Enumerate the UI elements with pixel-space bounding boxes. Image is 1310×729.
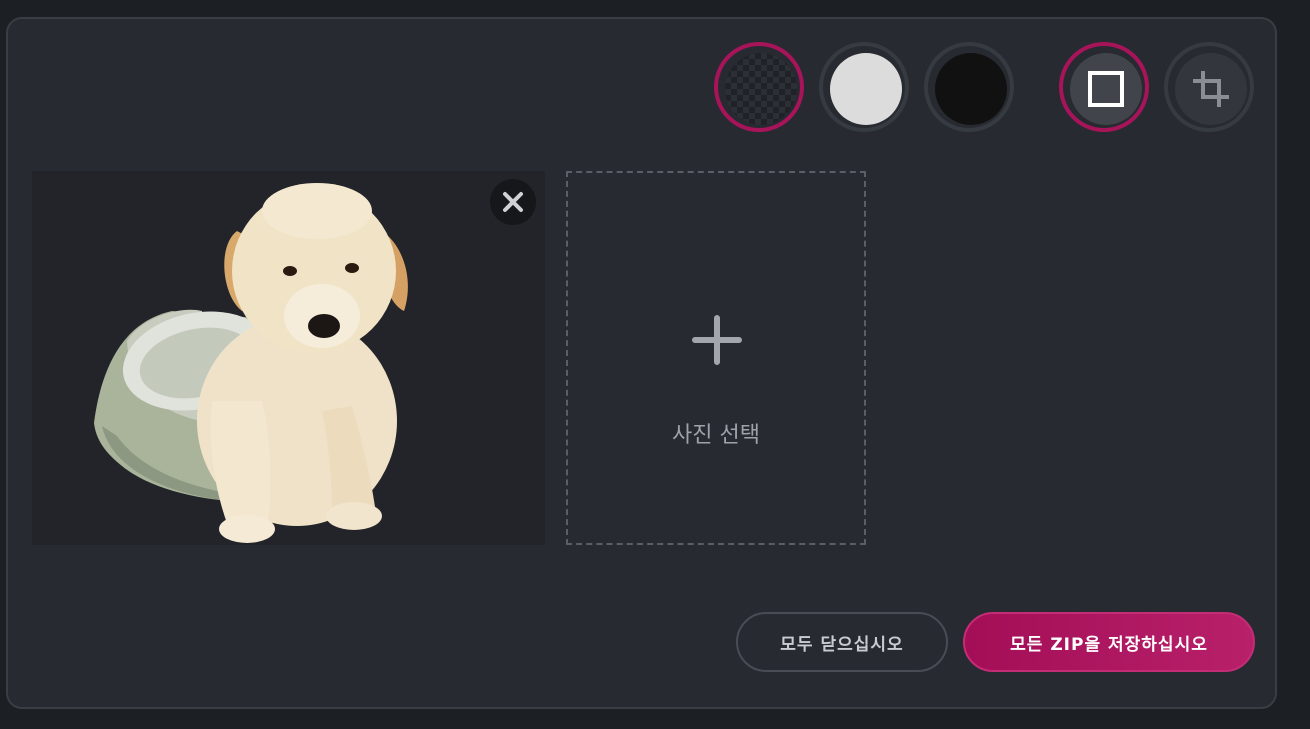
crop-mode-button[interactable]: [1164, 42, 1254, 132]
square-mode-circle: [1070, 53, 1142, 125]
square-icon: [1088, 71, 1124, 107]
remove-image-button[interactable]: [490, 179, 536, 225]
editor-panel: 사진 선택 모두 닫으십시오 모든 ZIP을 저장하십시오: [6, 17, 1277, 709]
background-transparent-swatch[interactable]: [714, 42, 804, 132]
save-all-zip-button[interactable]: 모든 ZIP을 저장하십시오: [963, 612, 1255, 672]
close-icon: [503, 192, 523, 212]
original-size-mode-button[interactable]: [1059, 42, 1149, 132]
close-all-button[interactable]: 모두 닫으십시오: [736, 612, 948, 672]
background-black-swatch[interactable]: [924, 42, 1014, 132]
puppy-shape: [197, 183, 408, 543]
crop-icon: [1193, 71, 1229, 107]
add-photo-slot[interactable]: 사진 선택: [566, 171, 866, 545]
black-color-fill: [935, 53, 1007, 125]
puppy-image: [94, 183, 408, 543]
crop-mode-circle: [1175, 53, 1247, 125]
image-preview-card: [32, 171, 545, 545]
background-white-swatch[interactable]: [819, 42, 909, 132]
white-color-fill: [830, 53, 902, 125]
add-photo-label: 사진 선택: [672, 423, 760, 448]
checkerboard-icon: [725, 53, 797, 125]
plus-icon: [692, 315, 742, 365]
